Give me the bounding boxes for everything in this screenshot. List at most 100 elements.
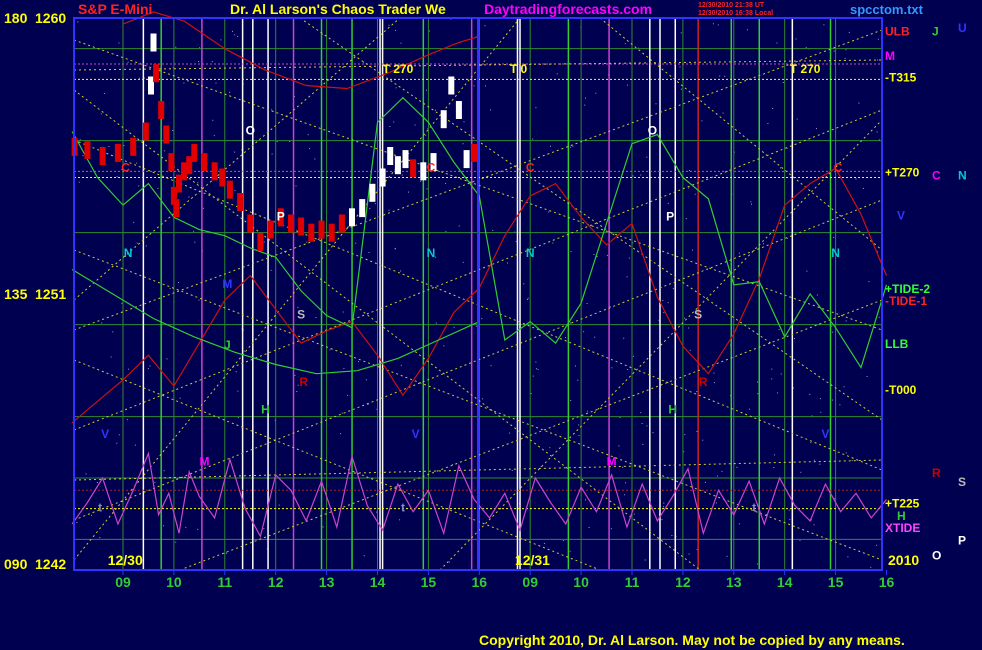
- star-dot: [819, 398, 821, 400]
- star-dot: [116, 176, 118, 178]
- star-dot: [393, 121, 395, 123]
- star-dot: [587, 410, 589, 412]
- star-dot: [805, 47, 807, 49]
- planet-marker: t: [752, 501, 756, 515]
- star-dot: [197, 528, 199, 530]
- star-dot: [234, 151, 236, 153]
- star-dot: [684, 317, 686, 319]
- planet-marker: M: [222, 277, 232, 291]
- star-dot: [877, 38, 879, 40]
- planet-marker: H: [261, 403, 270, 417]
- star-dot: [127, 61, 129, 63]
- star-dot: [866, 376, 868, 377]
- x-tick-label: 15: [421, 574, 437, 590]
- star-dot: [183, 82, 185, 84]
- star-dot: [556, 73, 558, 75]
- star-dot: [315, 317, 317, 318]
- star-dot: [819, 463, 821, 465]
- star-dot: [490, 109, 491, 111]
- price-bar: [163, 125, 170, 144]
- star-dot: [134, 444, 136, 446]
- star-dot: [116, 442, 118, 444]
- star-dot: [147, 368, 149, 370]
- star-dot: [112, 331, 114, 333]
- star-dot: [100, 113, 102, 115]
- timestamp-ut: 12/30/2010 21:38 UT: [698, 2, 765, 9]
- star-dot: [426, 89, 428, 91]
- y-tick-price: 1251: [35, 286, 66, 302]
- price-bar: [173, 199, 180, 218]
- x-tick-label: 16: [879, 574, 895, 590]
- star-dot: [646, 156, 648, 158]
- star-dot: [243, 350, 245, 352]
- star-dot: [434, 109, 436, 111]
- copyright-notice: Copyright 2010, Dr. Al Larson. May not b…: [479, 632, 905, 648]
- star-dot: [527, 298, 528, 300]
- side-label: U: [958, 21, 967, 35]
- star-dot: [816, 294, 818, 296]
- star-dot: [757, 393, 759, 395]
- side-label: H: [897, 509, 906, 523]
- year-label: 2010: [888, 552, 919, 568]
- star-dot: [663, 312, 665, 314]
- star-dot: [79, 139, 81, 141]
- star-dot: [713, 382, 715, 384]
- star-dot: [663, 502, 665, 504]
- star-dot: [606, 254, 608, 256]
- x-tick-label: 10: [166, 574, 182, 590]
- star-dot: [549, 447, 551, 449]
- star-dot: [515, 241, 517, 243]
- price-bar: [308, 223, 315, 242]
- star-dot: [475, 325, 477, 327]
- star-dot: [774, 454, 775, 456]
- price-bar: [379, 168, 386, 187]
- star-dot: [655, 103, 657, 105]
- star-dot: [680, 88, 682, 90]
- planet-marker: C: [526, 160, 535, 174]
- star-dot: [585, 97, 586, 99]
- star-dot: [671, 535, 673, 536]
- star-dot: [197, 182, 199, 184]
- star-dot: [77, 21, 79, 23]
- star-dot: [765, 514, 767, 515]
- star-dot: [91, 514, 92, 516]
- star-dot: [844, 58, 846, 60]
- price-bar: [114, 143, 121, 162]
- star-dot: [85, 473, 87, 475]
- planet-marker: J: [224, 338, 231, 352]
- star-dot: [823, 24, 825, 26]
- star-dot: [374, 203, 376, 205]
- star-dot: [408, 191, 409, 193]
- star-dot: [847, 556, 849, 558]
- star-dot: [198, 61, 200, 62]
- website-link[interactable]: Daytradingforecasts.com: [484, 1, 652, 17]
- star-dot: [663, 506, 664, 508]
- star-dot: [400, 364, 402, 366]
- star-dot: [527, 297, 529, 299]
- star-dot: [76, 522, 78, 523]
- t-label: T 270: [383, 62, 414, 76]
- star-dot: [484, 25, 486, 27]
- planet-marker: V: [821, 427, 829, 441]
- star-dot: [595, 92, 597, 94]
- price-bar: [130, 137, 137, 156]
- star-dot: [163, 470, 165, 472]
- planet-marker: S: [297, 308, 305, 322]
- star-dot: [263, 241, 265, 243]
- timestamp-local: 12/30/2010 16:38 Local: [698, 10, 773, 17]
- price-bar: [463, 150, 470, 169]
- star-dot: [340, 433, 342, 435]
- star-dot: [163, 525, 165, 527]
- star-dot: [717, 24, 719, 26]
- star-dot: [110, 356, 112, 358]
- star-dot: [701, 120, 703, 122]
- star-dot: [234, 190, 236, 192]
- star-dot: [532, 138, 534, 140]
- star-dot: [588, 527, 590, 528]
- star-dot: [511, 470, 513, 471]
- star-dot: [136, 162, 138, 164]
- star-dot: [154, 481, 156, 483]
- price-bar: [328, 223, 335, 242]
- star-dot: [552, 242, 554, 244]
- star-dot: [680, 32, 682, 34]
